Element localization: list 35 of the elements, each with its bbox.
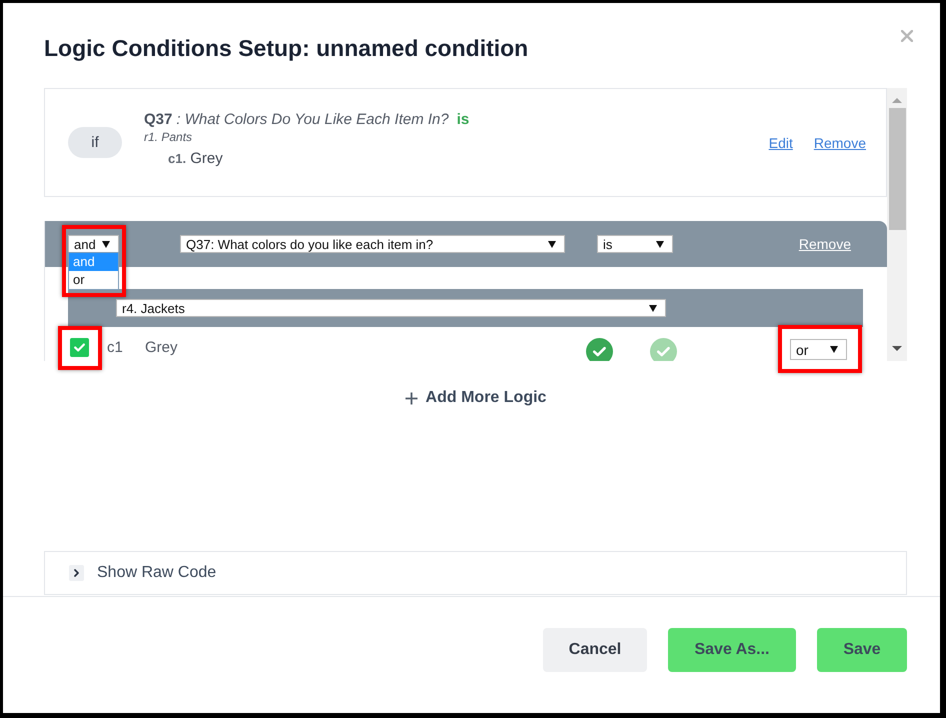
close-icon[interactable] — [901, 30, 913, 42]
checkbox[interactable] — [70, 338, 89, 357]
condition-link[interactable]: Remove — [814, 134, 866, 150]
row-dropdown[interactable]: r4. Jackets — [116, 299, 666, 317]
if-badge: if — [68, 127, 122, 158]
scroll-down-arrow-icon[interactable] — [892, 346, 902, 351]
caret-icon — [548, 240, 556, 248]
question-text: : What Colors Do You Like Each Item In? — [176, 110, 449, 128]
condition-link[interactable]: Edit — [768, 134, 793, 150]
caret-icon — [102, 240, 110, 248]
cancel-button[interactable]: Cancel — [543, 628, 647, 672]
row-label: r1. Pants — [144, 130, 192, 144]
connector-dropdown[interactable]: and — [68, 235, 119, 253]
operator-label: is — [456, 110, 470, 128]
scrollbar[interactable] — [887, 88, 907, 361]
question-dropdown[interactable]: Q37: What colors do you like each item in? — [180, 235, 565, 253]
show-raw-code-toggle[interactable]: Show Raw Code — [69, 564, 216, 582]
scroll-up-arrow-icon[interactable] — [892, 98, 902, 103]
choice-code: c1 — [107, 338, 124, 357]
checkmark-icon — [74, 343, 85, 352]
add-more-logic-button[interactable]: Add More Logic — [404, 388, 546, 408]
caret-icon — [656, 240, 664, 248]
save-as-button[interactable]: Save As... — [668, 628, 796, 672]
scrollbar-thumb[interactable] — [888, 108, 906, 230]
choice-label: c1. Grey — [168, 150, 223, 168]
dropdown-option[interactable]: or — [69, 271, 118, 289]
operator-dropdown[interactable]: is — [597, 235, 673, 253]
caret-icon — [830, 346, 838, 353]
choice-name: Grey — [145, 338, 179, 357]
connector-dropdown[interactable]: or — [790, 339, 847, 360]
caret-icon — [649, 304, 657, 312]
save-button[interactable]: Save — [817, 628, 907, 672]
dialog-title: Logic Conditions Setup: unnamed condition — [44, 34, 528, 63]
question-code: Q37 — [144, 110, 172, 128]
plus-icon — [404, 392, 418, 404]
